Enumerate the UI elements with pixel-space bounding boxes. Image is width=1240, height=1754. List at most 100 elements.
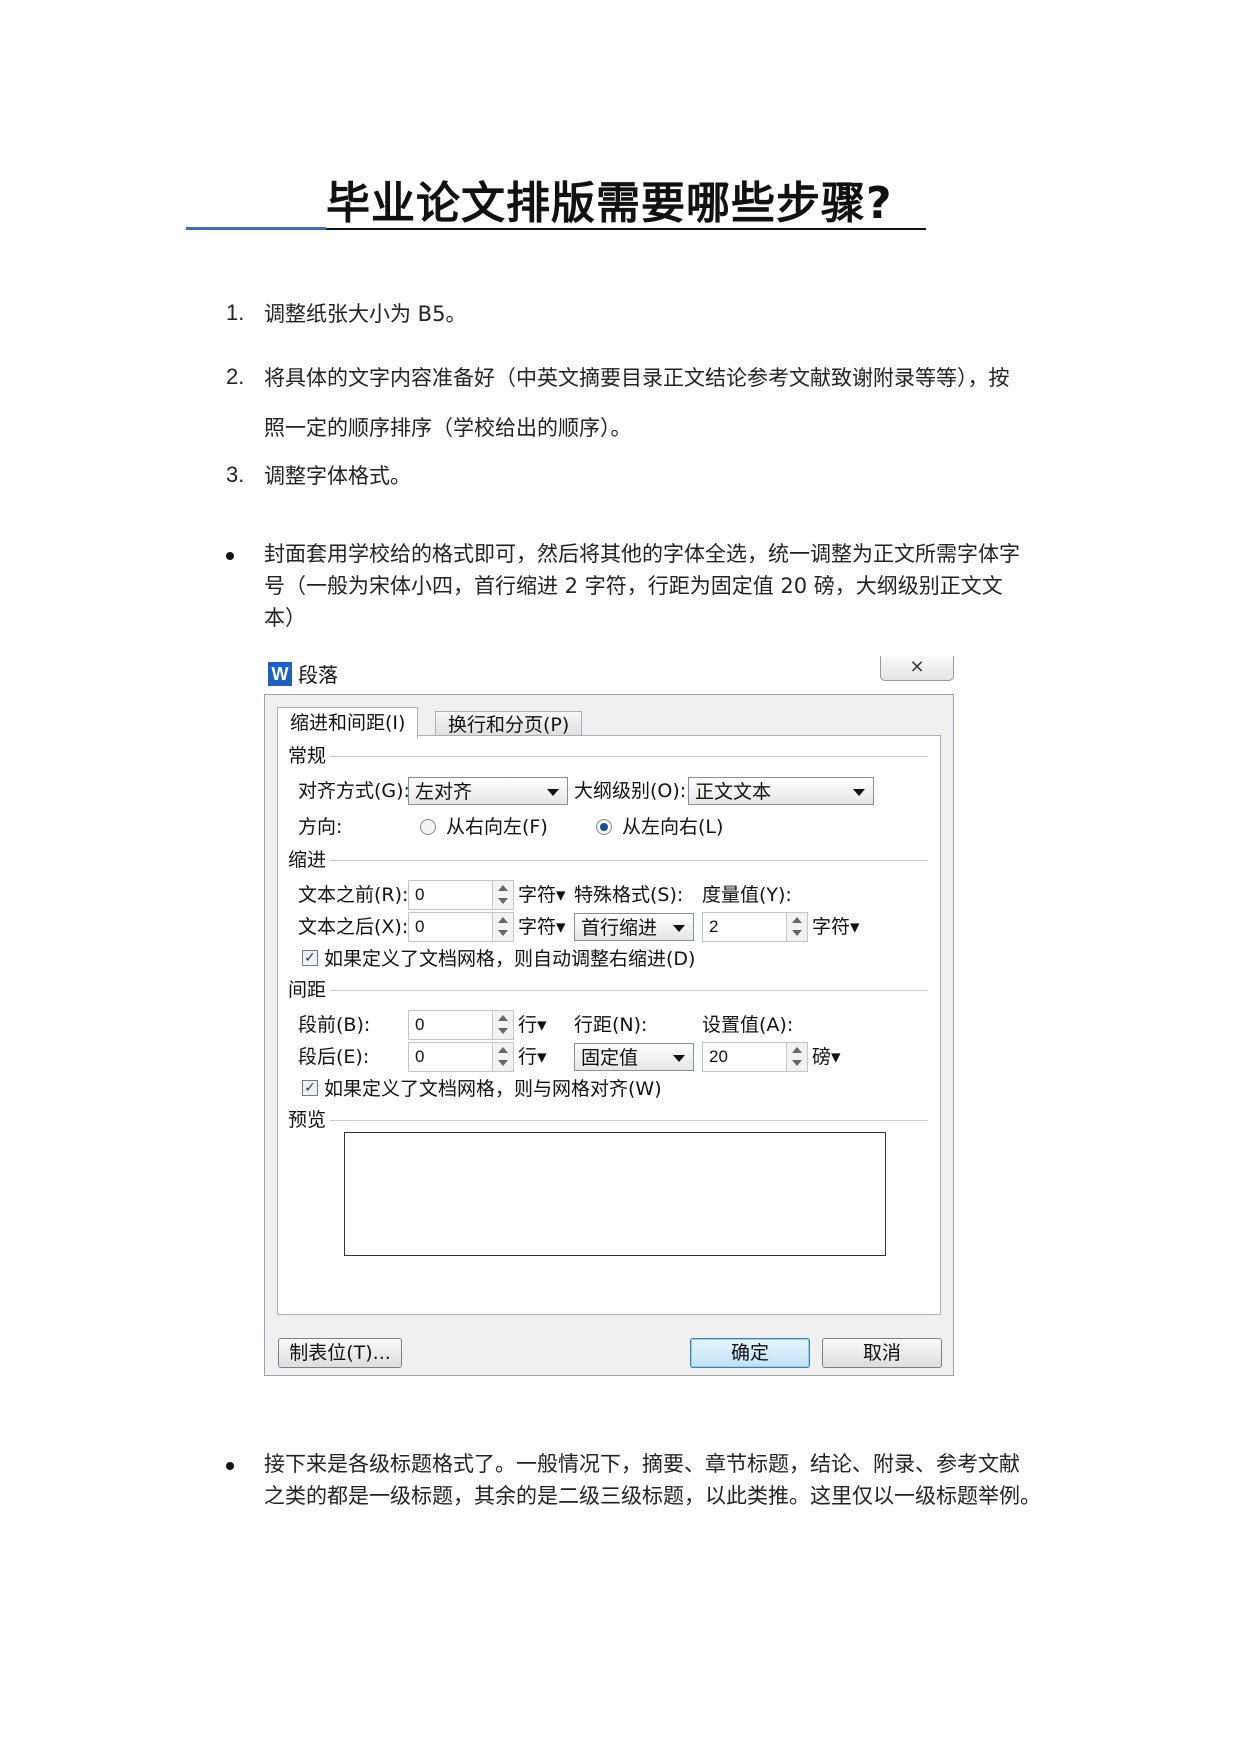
rtl-radio[interactable] (420, 819, 436, 835)
chevron-down-icon (853, 789, 865, 796)
chevron-down-icon (673, 1055, 685, 1062)
title-underline-accent (186, 227, 326, 230)
measure-input[interactable]: 2 (702, 912, 808, 942)
space-after-unit[interactable]: 行▾ (518, 1044, 547, 1070)
preview-previous-paragraph (395, 1153, 835, 1161)
preview-box (344, 1132, 886, 1256)
spin-down-icon (498, 1028, 508, 1034)
indent-after-unit[interactable]: 字符▾ (518, 914, 566, 940)
dialog-title: 段落 (298, 663, 338, 687)
indent-before-label: 文本之前(R): (298, 884, 409, 906)
line-spacing-value: 固定值 (581, 1047, 639, 1069)
section-divider (330, 1120, 928, 1121)
indent-grid-checkbox[interactable]: ✓ (302, 950, 318, 966)
indent-after-label: 文本之后(X): (298, 916, 409, 938)
special-format-value: 首行缩进 (581, 917, 658, 939)
bullet-text-continued: 本） (264, 606, 306, 630)
step-text: 将具体的文字内容准备好（中英文摘要目录正文结论参考文献致谢附录等等），按 (264, 366, 1010, 390)
space-before-label: 段前(B): (298, 1014, 371, 1036)
bullet-dot (226, 552, 234, 560)
section-indent: 缩进 (288, 849, 327, 871)
close-button[interactable]: ⨯ (880, 656, 954, 681)
step-number: 1. (226, 300, 245, 325)
space-after-input[interactable]: 0 (408, 1042, 514, 1072)
dialog-titlebar: W 段落 ⨯ (264, 656, 954, 696)
rtl-label: 从右向左(F) (446, 816, 548, 838)
direction-label: 方向: (298, 816, 343, 838)
tab-stops-button[interactable]: 制表位(T)... (278, 1338, 402, 1368)
preview-previous-paragraph (395, 1141, 835, 1149)
space-before-unit[interactable]: 行▾ (518, 1012, 547, 1038)
preview-previous-paragraph (395, 1165, 835, 1173)
spin-down-icon (792, 1060, 802, 1066)
close-icon: ⨯ (909, 656, 925, 677)
spinner-buttons[interactable] (492, 881, 513, 909)
title-block: 毕业论文排版需要哪些步骤? (186, 178, 926, 232)
measure-value: 2 (709, 917, 719, 936)
step-text: 调整纸张大小为 B5。 (264, 302, 467, 326)
measure-label: 度量值(Y): (702, 884, 792, 906)
chevron-down-icon (673, 925, 685, 932)
line-spacing-select[interactable]: 固定值 (574, 1043, 694, 1071)
spacing-grid-label: 如果定义了文档网格，则与网格对齐(W) (324, 1078, 662, 1100)
bullet-text-continued: 号（一般为宋体小四，首行缩进 2 字符，行距为固定值 20 磅，大纲级别正文文 (264, 574, 1003, 598)
wps-writer-icon: W (268, 662, 292, 686)
section-divider (330, 756, 928, 757)
spin-down-icon (498, 930, 508, 936)
spin-up-icon (498, 1047, 508, 1053)
bullet-text-continued: 之类的都是一级标题，其余的是二级三级标题，以此类推。这里仅以一级标题举例。 (264, 1484, 1041, 1508)
spin-up-icon (498, 885, 508, 891)
bullet-dot (226, 1462, 234, 1470)
outline-level-value: 正文文本 (695, 781, 772, 803)
special-format-select[interactable]: 首行缩进 (574, 913, 694, 941)
line-spacing-label: 行距(N): (574, 1014, 648, 1036)
spinner-buttons[interactable] (786, 1043, 807, 1071)
page-title: 毕业论文排版需要哪些步骤? (326, 178, 893, 229)
outline-level-label: 大纲级别(O): (574, 780, 687, 802)
indent-before-unit[interactable]: 字符▾ (518, 882, 566, 908)
setting-value-input[interactable]: 20 (702, 1042, 808, 1072)
tab-indent-spacing[interactable]: 缩进和间距(I) (277, 707, 419, 739)
spin-up-icon (792, 917, 802, 923)
section-divider (330, 860, 928, 861)
space-before-input[interactable]: 0 (408, 1010, 514, 1040)
measure-unit[interactable]: 字符▾ (812, 914, 860, 940)
step-text-continued: 照一定的顺序排序（学校给出的顺序）。 (264, 416, 632, 440)
indent-before-value: 0 (415, 885, 425, 904)
spinner-buttons[interactable] (492, 913, 513, 941)
step-number: 2. (226, 364, 245, 389)
preview-next-paragraph (395, 1205, 835, 1213)
special-format-label: 特殊格式(S): (574, 884, 684, 906)
spin-up-icon (498, 917, 508, 923)
spinner-buttons[interactable] (492, 1043, 513, 1071)
spacing-grid-checkbox[interactable]: ✓ (302, 1080, 318, 1096)
spinner-buttons[interactable] (786, 913, 807, 941)
spin-up-icon (498, 1015, 508, 1021)
alignment-value: 左对齐 (415, 781, 473, 803)
alignment-select[interactable]: 左对齐 (408, 777, 568, 805)
indent-after-input[interactable]: 0 (408, 912, 514, 942)
step-number: 3. (226, 462, 245, 487)
paragraph-dialog: 缩进和间距(I) 换行和分页(P) 常规 对齐方式(G): 左对齐 大纲级别(O… (264, 694, 954, 1376)
section-general: 常规 (288, 745, 327, 767)
space-after-label: 段后(E): (298, 1046, 370, 1068)
spin-down-icon (498, 1060, 508, 1066)
indent-before-input[interactable]: 0 (408, 880, 514, 910)
spinner-buttons[interactable] (492, 1011, 513, 1039)
setting-value-unit[interactable]: 磅▾ (812, 1044, 841, 1070)
setting-value-label: 设置值(A): (702, 1014, 794, 1036)
section-spacing: 间距 (288, 979, 327, 1001)
ltr-radio[interactable] (596, 819, 612, 835)
indent-after-value: 0 (415, 917, 425, 936)
spin-down-icon (792, 930, 802, 936)
section-divider (330, 990, 928, 991)
cancel-button[interactable]: 取消 (822, 1338, 942, 1368)
setting-value: 20 (709, 1047, 728, 1066)
tab-line-page-breaks[interactable]: 换行和分页(P) (435, 711, 583, 738)
spin-up-icon (792, 1047, 802, 1053)
tab-panel: 常规 对齐方式(G): 左对齐 大纲级别(O): 正文文本 方向: 从右向左(F… (277, 735, 941, 1315)
outline-level-select[interactable]: 正文文本 (688, 777, 874, 805)
space-before-value: 0 (415, 1015, 425, 1034)
ok-button[interactable]: 确定 (690, 1338, 810, 1368)
chevron-down-icon (547, 789, 559, 796)
